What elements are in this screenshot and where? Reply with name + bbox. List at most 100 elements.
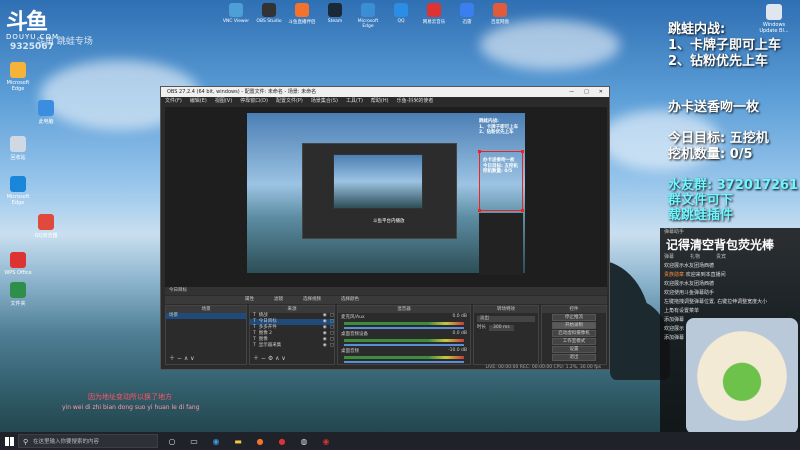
desktop-icon[interactable]: 文件夹 xyxy=(0,282,36,307)
obs-title: OBS 27.2.4 (64 bit, windows) - 配置文件: 未命名… xyxy=(167,89,317,95)
menu-item[interactable]: 停靠窗口(D) xyxy=(240,97,268,106)
close-icon[interactable]: ✕ xyxy=(599,87,603,97)
transition-type-select[interactable]: 淡出 xyxy=(477,316,535,322)
desktop-icon-label: WPS Office xyxy=(4,270,32,276)
toolbar-button[interactable]: 属性 xyxy=(245,296,254,304)
minimize-icon[interactable]: — xyxy=(569,87,574,97)
eye-icon[interactable]: ◉ xyxy=(323,343,327,349)
volume-meter xyxy=(344,339,464,342)
windows-update-label: Windows Update Bl... xyxy=(759,22,789,34)
menu-item[interactable]: 场景集合(S) xyxy=(311,97,338,106)
toolbar-button[interactable]: 滤镜 xyxy=(274,296,283,304)
control-button[interactable]: 停止推流 xyxy=(552,314,596,321)
desktop-icon[interactable]: 网易云音乐 xyxy=(418,3,450,25)
app-icon[interactable]: ◉ xyxy=(318,433,334,449)
app-icon xyxy=(10,136,26,152)
obs-icon[interactable]: ◍ xyxy=(296,433,312,449)
menu-item[interactable]: 配置文件(P) xyxy=(276,97,303,106)
app-icon xyxy=(38,214,54,230)
menu-item[interactable]: 工具(T) xyxy=(346,97,363,106)
app-icon xyxy=(328,3,342,17)
volume-slider[interactable] xyxy=(344,344,464,346)
control-button[interactable]: 开始录制 xyxy=(552,322,596,329)
desktop-icon[interactable]: Steam xyxy=(319,3,351,24)
volume-slider[interactable] xyxy=(344,361,464,363)
transitions-dock: 转场特效 淡出 时长 300 ms xyxy=(473,305,539,365)
volume-slider[interactable] xyxy=(344,327,464,329)
nested-obs-preview: 斗鱼平台内播放 xyxy=(302,143,457,239)
desktop-icon-label: Microsoft Edge xyxy=(6,194,30,206)
menu-item[interactable]: 帮助(H) xyxy=(371,97,389,106)
chat-message-text: 上角有设置菜单 xyxy=(664,308,700,314)
chat-message-name: 贵族勋章 xyxy=(664,272,685,278)
desktop-icon[interactable]: QQ浏览器 xyxy=(28,214,64,239)
maximize-icon[interactable]: □ xyxy=(584,87,589,97)
desktop-icon[interactable]: 此电脑 xyxy=(28,100,64,125)
desktop-icon[interactable]: VNC Viewer xyxy=(220,3,252,24)
control-button[interactable]: 设置 xyxy=(552,346,596,353)
chat-message-text: 欢迎来到本直播间 xyxy=(685,272,726,278)
desktop-icon[interactable]: 迅雷 xyxy=(451,3,483,25)
chat-message: 欢迎使用斗鱼弹幕助手 xyxy=(660,289,800,298)
desktop-icon[interactable]: Microsoft Edge xyxy=(0,62,36,92)
file-icon xyxy=(766,4,782,20)
app-icon xyxy=(10,252,26,268)
source-item[interactable]: T 显示器采集 ◉ ▢ xyxy=(250,343,334,349)
frog-mascot-image xyxy=(686,318,798,434)
chat-tab[interactable]: 贵宾 xyxy=(716,253,726,262)
desktop-icon[interactable]: Microsoft Edge xyxy=(0,176,36,206)
toolbar-button[interactable]: 选择视频 xyxy=(303,296,321,304)
obs-menubar: 文件(F) 编辑(E) 视图(V) 停靠窗口(D) 配置文件(P) 场景集合(S) 工具(T… xyxy=(161,97,609,106)
obs-titlebar[interactable]: OBS 27.2.4 (64 bit, windows) - 配置文件: 未命名… xyxy=(161,87,609,97)
scene-controls[interactable]: ＋ − ∧ ∨ xyxy=(169,353,195,362)
menu-item[interactable]: 文件(F) xyxy=(165,97,182,106)
app-icon xyxy=(10,62,26,78)
app-icon xyxy=(361,3,375,17)
control-button[interactable]: 退出 xyxy=(552,354,596,361)
mixer-channel: 麦克风/Aux 0.0 dB xyxy=(338,313,470,330)
source-controls[interactable]: ＋ − ⚙ ∧ ∨ xyxy=(253,353,286,362)
desktop-icon-label: 此电脑 xyxy=(38,119,54,125)
desktop-icon[interactable]: 百度网盘 xyxy=(484,3,516,25)
selected-source-box[interactable]: 办卡送香吻一枚 今日目标: 五挖机 挖机数量: 0/5 xyxy=(478,150,524,212)
caption-line: 因为地址变动所以换了地方 xyxy=(88,393,172,401)
desktop-icon[interactable]: Microsoft Edge xyxy=(352,3,384,29)
overlay-line: 挖机数量: 0/5 xyxy=(668,147,753,162)
overlay-line: 1、卡牌子即可上车 xyxy=(668,38,782,53)
edge-icon[interactable]: ◉ xyxy=(208,433,224,449)
chat-tab[interactable]: 弹幕 xyxy=(664,253,674,262)
desktop-icon[interactable]: WPS Office xyxy=(0,252,36,276)
obs-window[interactable]: OBS 27.2.4 (64 bit, windows) - 配置文件: 未命名… xyxy=(160,86,610,370)
file-explorer-icon[interactable]: ▬ xyxy=(230,433,246,449)
transition-duration[interactable]: 时长 300 ms xyxy=(474,325,538,331)
mixer-header: 混音器 xyxy=(338,306,470,313)
mixer-channel-name: 桌面音频 xyxy=(341,349,359,354)
windows-logo-icon xyxy=(4,436,14,446)
desktop-icon[interactable]: 斗鱼直播伴侣 xyxy=(286,3,318,25)
desktop-icon[interactable]: OBS Studio xyxy=(253,3,285,24)
windows-taskbar: 在这里输入你要搜索的内容 ○ ▭ ◉ ▬ ● ● ◍ ◉ xyxy=(0,432,800,450)
control-button[interactable]: 启动虚拟摄像机 xyxy=(552,330,596,337)
obs-preview[interactable]: 斗鱼平台内播放 跳蛙内战: 1、卡牌子即可上车 2、钻粉优先上车 办卡送香吻一枚… xyxy=(165,107,607,287)
desktop-icon[interactable]: 回收站 xyxy=(0,136,36,161)
chat-tab[interactable]: 礼物 xyxy=(690,253,700,262)
control-button[interactable]: 工作室模式 xyxy=(552,338,596,345)
douyu-icon[interactable]: ● xyxy=(252,433,268,449)
cortana-icon[interactable]: ○ xyxy=(164,433,180,449)
windows-update-icon[interactable]: Windows Update Bl... xyxy=(756,4,792,34)
toolbar-button[interactable]: 选择颜色 xyxy=(341,296,359,304)
desktop-icon-label: 文件夹 xyxy=(10,301,26,307)
menu-item[interactable]: 编辑(E) xyxy=(190,97,207,106)
scene-item[interactable]: 场景 xyxy=(166,313,246,319)
source-bar-label: 今日目标 xyxy=(169,288,187,293)
chat-message-text: 添加弹幕 xyxy=(664,335,685,341)
menu-item[interactable]: 视图(V) xyxy=(215,97,232,106)
start-button[interactable] xyxy=(0,432,18,450)
mixer-channel-name: 桌面音频设备 xyxy=(341,332,368,337)
taskbar-search-input[interactable]: 在这里输入你要搜索的内容 xyxy=(18,434,158,449)
desktop-icon[interactable]: QQ xyxy=(385,3,417,24)
task-view-icon[interactable]: ▭ xyxy=(186,433,202,449)
menu-item[interactable]: 乐鱼-抖米的使者 xyxy=(397,97,434,106)
netease-music-icon[interactable]: ● xyxy=(274,433,290,449)
lock-icon[interactable]: ▢ xyxy=(330,343,334,349)
